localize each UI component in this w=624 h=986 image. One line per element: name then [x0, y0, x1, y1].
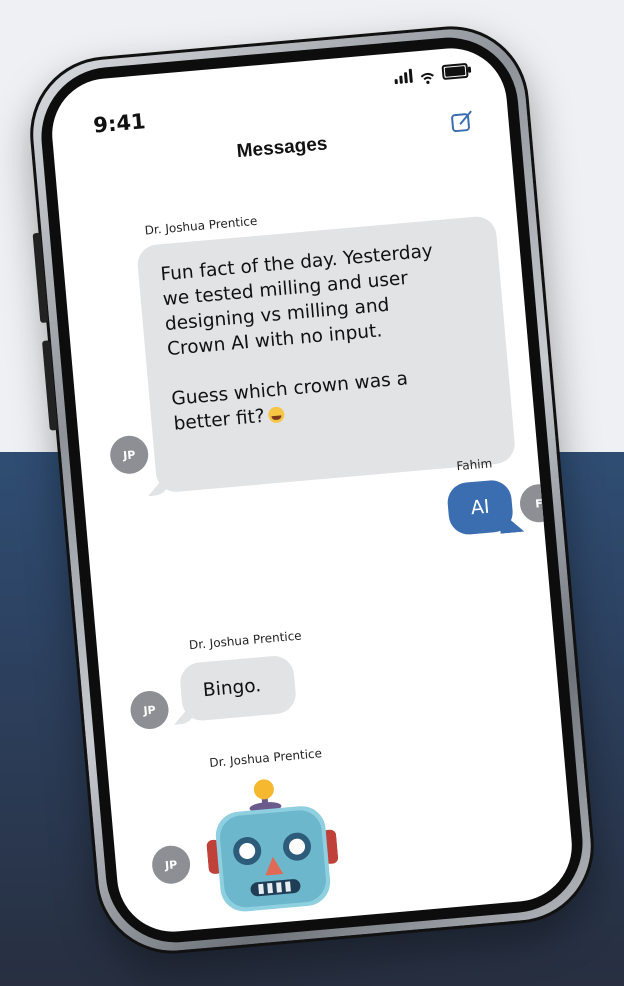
- phone-screen: 9:41 Messages Dr. Joshua Prentice Fun fa…: [47, 43, 577, 937]
- avatar[interactable]: JP: [128, 689, 171, 731]
- message-bubble-incoming[interactable]: Fun fact of the day. Yesterday we tested…: [136, 215, 517, 493]
- message-sender: Dr. Joshua Prentice: [208, 746, 323, 770]
- battery-icon: [441, 62, 469, 81]
- message-text: Bingo.: [202, 675, 262, 702]
- message-sender: Dr. Joshua Prentice: [144, 213, 258, 238]
- avatar[interactable]: JP: [150, 844, 192, 886]
- signal-icon: [394, 68, 413, 85]
- avatar[interactable]: JP: [108, 434, 150, 476]
- message-sender: Fahim: [455, 456, 493, 474]
- message-text: AI: [469, 495, 491, 520]
- compose-icon[interactable]: [449, 108, 475, 134]
- message-bubble-outgoing[interactable]: AI: [446, 478, 514, 537]
- message-bubble-incoming[interactable]: Bingo.: [179, 654, 298, 722]
- robot-emoji-icon[interactable]: [201, 771, 343, 922]
- wifi-icon: [420, 69, 435, 84]
- grinning-squint-emoji-icon: [267, 406, 286, 424]
- phone-device: 9:41 Messages Dr. Joshua Prentice Fun fa…: [23, 19, 601, 961]
- status-icons: [394, 62, 469, 85]
- status-time: 9:41: [92, 109, 147, 138]
- message-line: better fit?: [172, 405, 266, 435]
- message-sender: Dr. Joshua Prentice: [188, 628, 303, 653]
